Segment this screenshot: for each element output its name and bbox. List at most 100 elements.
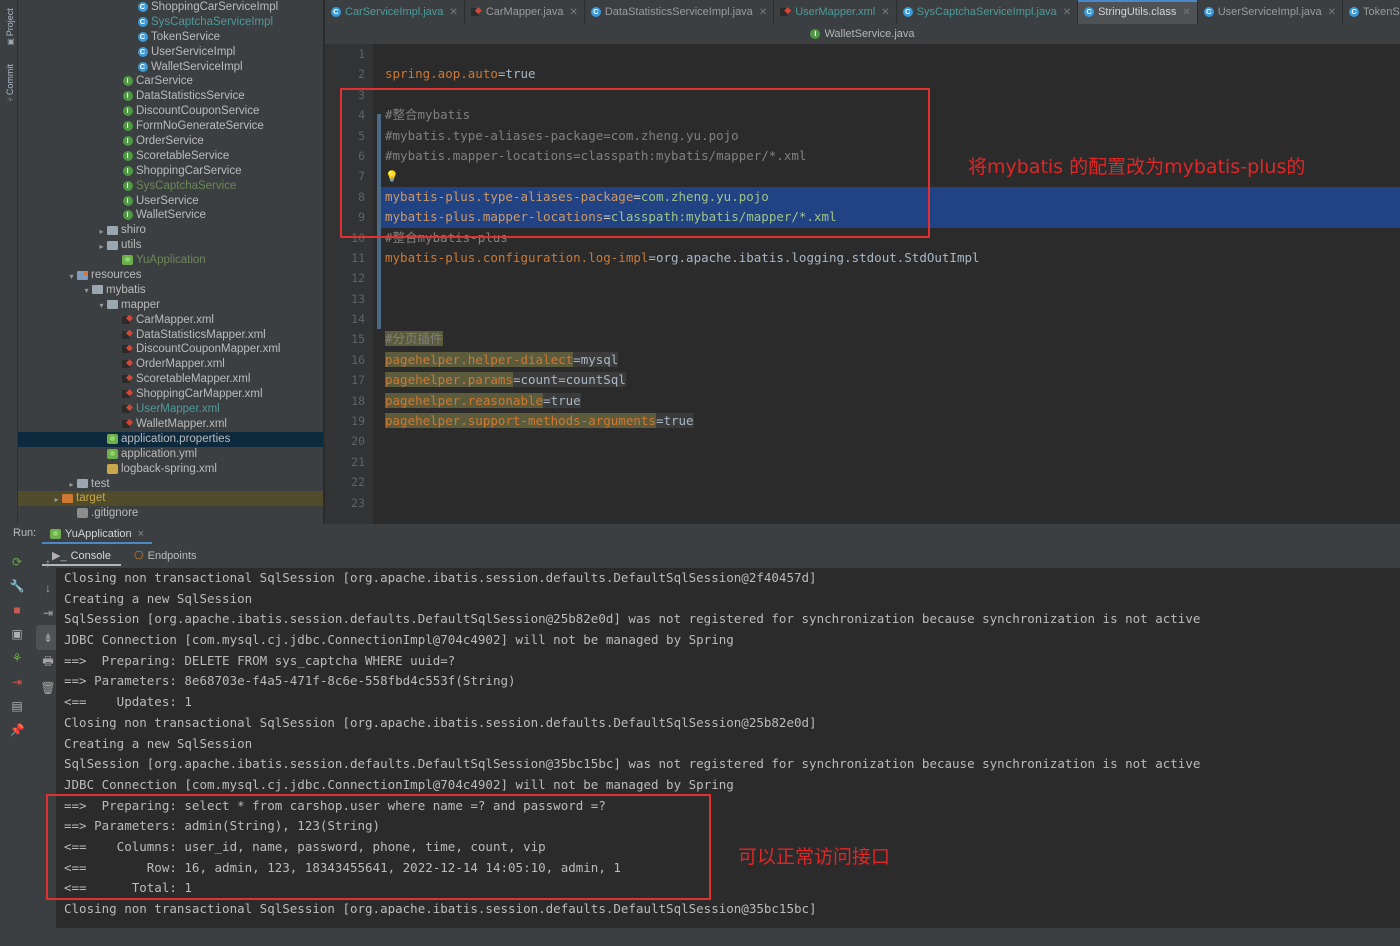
line-number: 12 [351, 271, 365, 286]
tree-item-mapper[interactable]: ▾ mapper [18, 298, 323, 313]
close-icon[interactable]: ✕ [1182, 7, 1190, 18]
code-line-21[interactable] [381, 452, 1400, 472]
code-line-11[interactable]: mybatis-plus.configuration.log-impl=org.… [381, 248, 1400, 268]
code-line-10[interactable]: #整合mybatis-plus [381, 228, 1400, 248]
tree-item-carservice[interactable]: I CarService [18, 74, 323, 89]
code-line-20[interactable] [381, 431, 1400, 451]
code-line-18[interactable]: pagehelper.reasonable=true [381, 391, 1400, 411]
tree-item-shoppingcarserviceimpl[interactable]: C ShoppingCarServiceImpl [18, 0, 323, 15]
code-line-16[interactable]: pagehelper.helper-dialect=mysql [381, 350, 1400, 370]
editor-tab-datastatisticsserviceimpl-java[interactable]: C DataStatisticsServiceImpl.java ✕ [585, 0, 775, 24]
mybatis-xml-icon [122, 359, 133, 369]
tree-item-shoppingcarservice[interactable]: I ShoppingCarService [18, 164, 323, 179]
tree-item-logback-spring-xml[interactable]: logback-spring.xml [18, 462, 323, 477]
code-line-4[interactable]: #整合mybatis [381, 105, 1400, 125]
code-line-5[interactable]: #mybatis.type-aliases-package=com.zheng.… [381, 126, 1400, 146]
run-subtabs[interactable]: ▶_ Console ⎔ Endpoints [42, 546, 207, 566]
tree-item-resources[interactable]: ▾ resources [18, 268, 323, 283]
line-number: 11 [351, 250, 365, 265]
code-editor[interactable]: 1 2 3 4 5 6 7 8 9 10 11 12 13 14 15 16 17 18 19 20 21 22 23 sp… [325, 44, 1400, 524]
tree-item-walletserviceimpl[interactable]: C WalletServiceImpl [18, 60, 323, 75]
editor-tab-bar[interactable]: C CarServiceImpl.java ✕ CarMapper.java ✕ C Dat… [325, 0, 1400, 24]
code-line-22[interactable] [381, 472, 1400, 492]
run-config-tab[interactable]: YuApplication × [42, 524, 153, 544]
tree-item-shoppingcarmapper-xml[interactable]: ShoppingCarMapper.xml [18, 387, 323, 402]
console-line: JDBC Connection [com.mysql.cj.jdbc.Conne… [64, 776, 734, 792]
editor-gutter[interactable]: 1 2 3 4 5 6 7 8 9 10 11 12 13 14 15 16 17 18 19 20 21 22 23 [325, 44, 373, 524]
tree-item-userserviceimpl[interactable]: C UserServiceImpl [18, 45, 323, 60]
intention-bulb-icon[interactable]: 💡 [385, 170, 399, 183]
editor-tab-userserviceimpl-java[interactable]: C UserServiceImpl.java ✕ [1198, 0, 1344, 24]
tree-item-walletmapper-xml[interactable]: WalletMapper.xml [18, 417, 323, 432]
close-icon[interactable]: ✕ [449, 7, 457, 18]
tab-endpoints[interactable]: ⎔ Endpoints [124, 546, 207, 566]
editor-tab-syscaptchaserviceimpl-java[interactable]: C SysCaptchaServiceImpl.java ✕ [897, 0, 1079, 24]
tree-item-carmapper-xml[interactable]: CarMapper.xml [18, 313, 323, 328]
rerun-icon[interactable]: ⟳ [6, 550, 28, 574]
tree-item-datastatisticsservice[interactable]: I DataStatisticsService [18, 89, 323, 104]
code-line-2[interactable]: spring.aop.auto=true [381, 64, 1400, 84]
close-icon[interactable]: ✕ [569, 7, 577, 18]
debug-icon[interactable]: ⚘ [6, 646, 28, 670]
close-icon[interactable]: ✕ [1063, 7, 1071, 18]
tree-item-discountcouponmapper-xml[interactable]: DiscountCouponMapper.xml [18, 342, 323, 357]
stop-icon[interactable]: ■ [6, 598, 28, 622]
console-output[interactable]: Closing non transactional SqlSession [or… [56, 568, 1400, 946]
tree-item-syscaptchaservice[interactable]: I SysCaptchaService [18, 179, 323, 194]
code-line-14[interactable] [381, 309, 1400, 329]
tree-item-label: DiscountCouponService [136, 105, 260, 118]
code-line-8[interactable]: mybatis-plus.type-aliases-package=com.zh… [381, 186, 1400, 208]
tree-item-userservice[interactable]: I UserService [18, 194, 323, 209]
editor-tab-stringutils-class[interactable]: C StringUtils.class ✕ [1078, 0, 1198, 24]
editor-tab-carserviceimpl-java[interactable]: C CarServiceImpl.java ✕ [325, 0, 465, 24]
tree-item-application-properties[interactable]: application.properties [18, 431, 323, 447]
tree-item-orderservice[interactable]: I OrderService [18, 134, 323, 149]
layout-icon[interactable]: ▤ [6, 694, 28, 718]
tree-item-target[interactable]: ▸ target [18, 491, 323, 507]
line-number: 19 [351, 414, 365, 429]
close-icon[interactable]: × [138, 528, 144, 540]
wrench-icon[interactable]: 🔧 [6, 574, 28, 598]
camera-icon[interactable]: ▣ [6, 622, 28, 646]
tree-item-discountcouponservice[interactable]: I DiscountCouponService [18, 104, 323, 119]
code-line-1[interactable] [381, 44, 1400, 64]
close-icon[interactable]: ✕ [881, 7, 889, 18]
code-line-12[interactable] [381, 268, 1400, 288]
code-line-3[interactable] [381, 85, 1400, 105]
tree-item-yuapplication[interactable]: YuApplication [18, 253, 323, 268]
tree-item-syscaptchaserviceimpl[interactable]: C SysCaptchaServiceImpl [18, 15, 323, 30]
close-icon[interactable]: ✕ [1328, 7, 1336, 18]
editor-tab-carmapper-java[interactable]: CarMapper.java ✕ [465, 0, 585, 24]
tree-item-mybatis[interactable]: ▾ mybatis [18, 283, 323, 298]
pin-icon[interactable]: 📌 [6, 718, 28, 742]
run-left-toolbar[interactable]: ⟳ 🔧 ■ ▣ ⚘ ⇥ ▤ 📌 [6, 550, 34, 742]
tree-item-utils[interactable]: ▸ utils [18, 238, 323, 253]
editor-tab-label: StringUtils.class [1098, 6, 1177, 18]
export-icon[interactable]: ⇥ [6, 670, 28, 694]
tree-item-walletservice[interactable]: I WalletService [18, 208, 323, 223]
tree-item-scoretableservice[interactable]: I ScoretableService [18, 149, 323, 164]
tool-window-commit[interactable]: ⑂Commit [5, 51, 15, 115]
code-line-9[interactable]: mybatis-plus.mapper-locations=classpath:… [381, 207, 1400, 228]
tree-item-application-yml[interactable]: application.yml [18, 447, 323, 462]
project-tree[interactable]: C ShoppingCarServiceImpl C SysCaptchaServic… [18, 0, 323, 524]
close-icon[interactable]: ✕ [759, 7, 767, 18]
tree-item-tokenservice[interactable]: C TokenService [18, 30, 323, 45]
code-line-23[interactable] [381, 493, 1400, 513]
editor-tab-tokenservice-java[interactable]: CTokenService.java✕ [1343, 0, 1400, 24]
code-line-19[interactable]: pagehelper.support-methods-arguments=tru… [381, 411, 1400, 431]
code-line-17[interactable]: pagehelper.params=count=countSql [381, 370, 1400, 390]
editor-code-area[interactable]: spring.aop.auto=true #整合mybatis #mybatis.t… [381, 44, 1400, 524]
tree-item-shiro[interactable]: ▸ shiro [18, 223, 323, 238]
code-line-13[interactable] [381, 289, 1400, 309]
line-number: 8 [358, 189, 365, 204]
tree-item-ordermapper-xml[interactable]: OrderMapper.xml [18, 357, 323, 372]
tree-item-gitignore[interactable]: .gitignore [18, 506, 323, 521]
tree-item-test[interactable]: ▸ test [18, 477, 323, 492]
code-line-15[interactable]: #分页插件 [381, 329, 1400, 349]
tree-item-datastatisticsmapper-xml[interactable]: DataStatisticsMapper.xml [18, 328, 323, 343]
tree-item-formnogenerateservice[interactable]: I FormNoGenerateService [18, 119, 323, 134]
tree-item-scoretablemapper-xml[interactable]: ScoretableMapper.xml [18, 372, 323, 387]
editor-tab-usermapper-xml[interactable]: UserMapper.xml ✕ [774, 0, 897, 24]
tree-item-usermapper-xml[interactable]: UserMapper.xml [18, 402, 323, 417]
